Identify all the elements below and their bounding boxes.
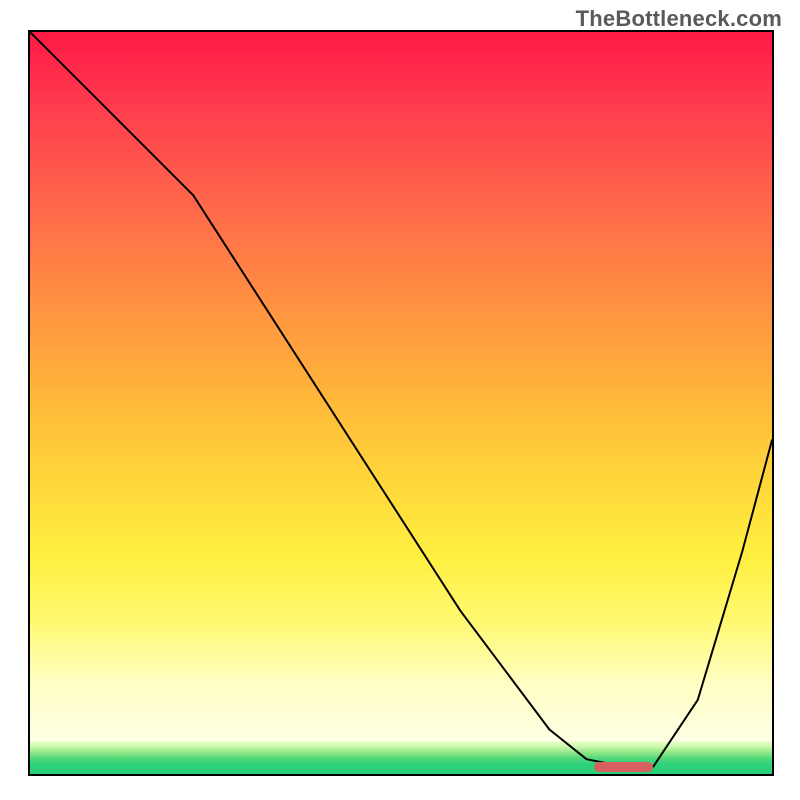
curve-svg: [30, 32, 772, 774]
watermark-text: TheBottleneck.com: [576, 6, 782, 32]
curve-path: [30, 32, 772, 767]
chart-container: TheBottleneck.com: [0, 0, 800, 800]
minimum-marker: [594, 762, 653, 772]
plot-area: [28, 30, 774, 776]
